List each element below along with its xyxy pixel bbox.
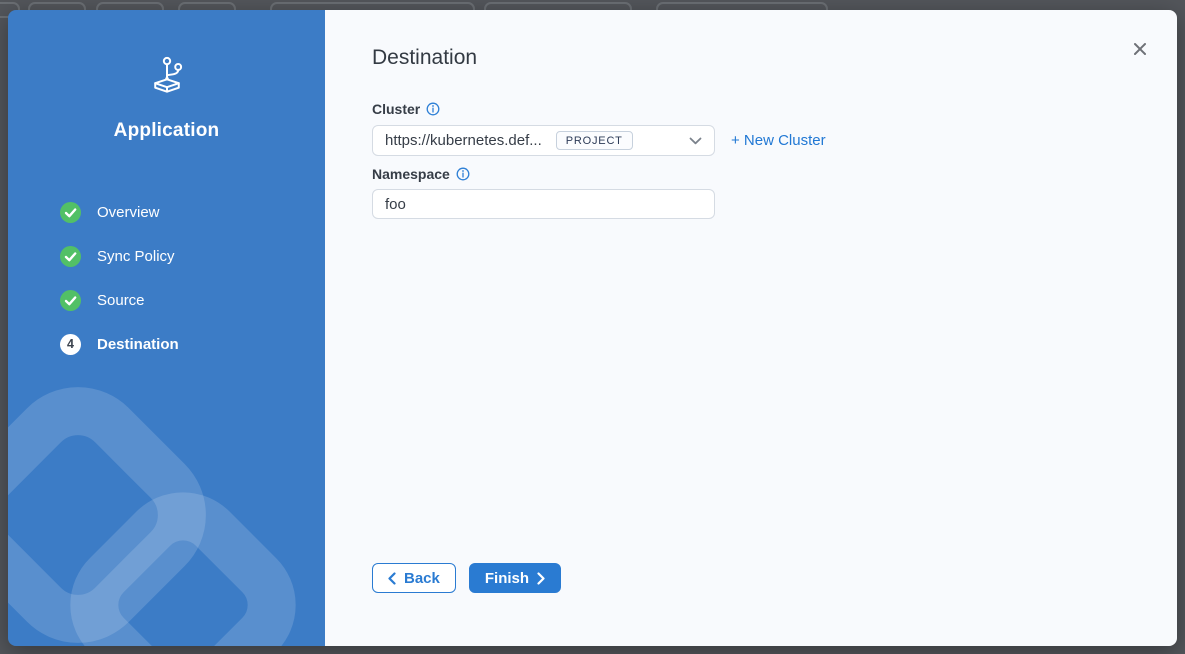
step-overview[interactable]: Overview [60, 190, 325, 234]
step-number: 4 [67, 337, 74, 351]
step-label: Source [97, 292, 145, 309]
wizard-sidebar: Application Overview Sync Policy Source [8, 10, 325, 646]
application-box-branch-icon [147, 54, 187, 94]
close-icon[interactable] [1131, 40, 1149, 58]
check-circle-icon [60, 202, 81, 223]
wizard-panel-destination: Destination Cluster https://kubernetes.d… [325, 10, 1177, 646]
info-circle-icon[interactable] [456, 167, 470, 181]
wizard-steps: Overview Sync Policy Source 4 Destinatio… [8, 190, 325, 366]
namespace-label: Namespace [372, 166, 450, 182]
check-circle-icon [60, 246, 81, 267]
step-label: Overview [97, 204, 160, 221]
info-circle-icon[interactable] [426, 102, 440, 116]
back-button-label: Back [404, 570, 440, 587]
cluster-label: Cluster [372, 101, 420, 117]
step-destination[interactable]: 4 Destination [60, 322, 325, 366]
back-button[interactable]: Back [372, 563, 456, 593]
step-sync-policy[interactable]: Sync Policy [60, 234, 325, 278]
wizard-title: Application [8, 120, 325, 142]
step-label: Destination [97, 336, 179, 353]
cluster-select-value: https://kubernetes.def... [385, 132, 542, 149]
step-number-badge: 4 [60, 334, 81, 355]
project-badge: PROJECT [556, 131, 633, 150]
step-label: Sync Policy [97, 248, 175, 265]
page-title: Destination [372, 46, 1177, 70]
create-application-wizard-modal: Application Overview Sync Policy Source [8, 10, 1177, 646]
chevron-right-icon [537, 572, 545, 585]
finish-button-label: Finish [485, 570, 529, 587]
chevron-down-icon [689, 137, 702, 145]
finish-button[interactable]: Finish [469, 563, 561, 593]
new-cluster-link[interactable]: + New Cluster [731, 132, 826, 149]
chevron-left-icon [388, 572, 396, 585]
cluster-select[interactable]: https://kubernetes.def... PROJECT [372, 125, 715, 156]
step-source[interactable]: Source [60, 278, 325, 322]
namespace-input[interactable] [372, 189, 715, 219]
check-circle-icon [60, 290, 81, 311]
